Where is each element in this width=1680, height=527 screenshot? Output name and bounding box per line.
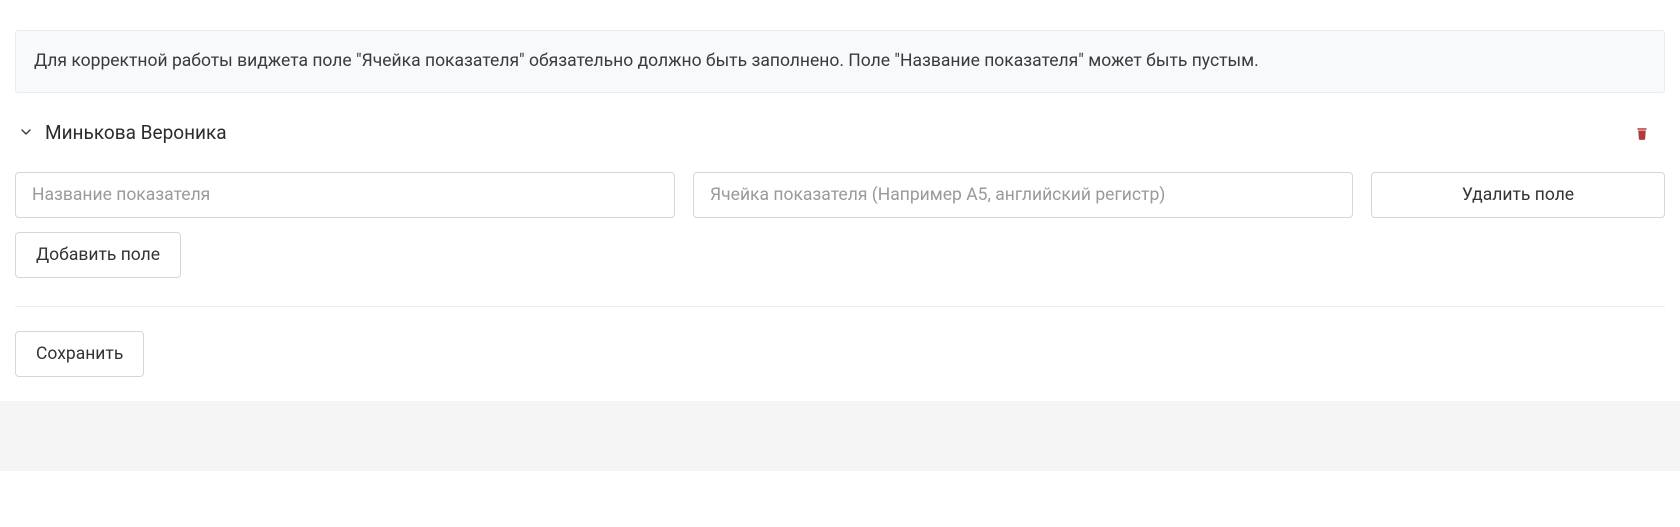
indicator-name-input[interactable] [15,172,675,218]
section-header: Минькова Вероника [15,121,1665,144]
section-toggle[interactable]: Минькова Вероника [17,121,227,144]
info-banner: Для корректной работы виджета поле "Ячей… [15,30,1665,93]
footer-strip [0,401,1680,471]
divider [15,306,1665,307]
save-button[interactable]: Сохранить [15,331,144,377]
add-field-button[interactable]: Добавить поле [15,232,181,278]
section-title: Минькова Вероника [45,121,227,144]
chevron-down-icon [17,123,35,141]
indicator-cell-input[interactable] [693,172,1353,218]
delete-field-button[interactable]: Удалить поле [1371,172,1665,218]
info-banner-text: Для корректной работы виджета поле "Ячей… [34,51,1259,71]
add-field-row: Добавить поле [15,232,1665,278]
field-row: Удалить поле [15,172,1665,218]
trash-icon[interactable] [1631,121,1653,143]
save-row: Сохранить [15,331,1665,377]
